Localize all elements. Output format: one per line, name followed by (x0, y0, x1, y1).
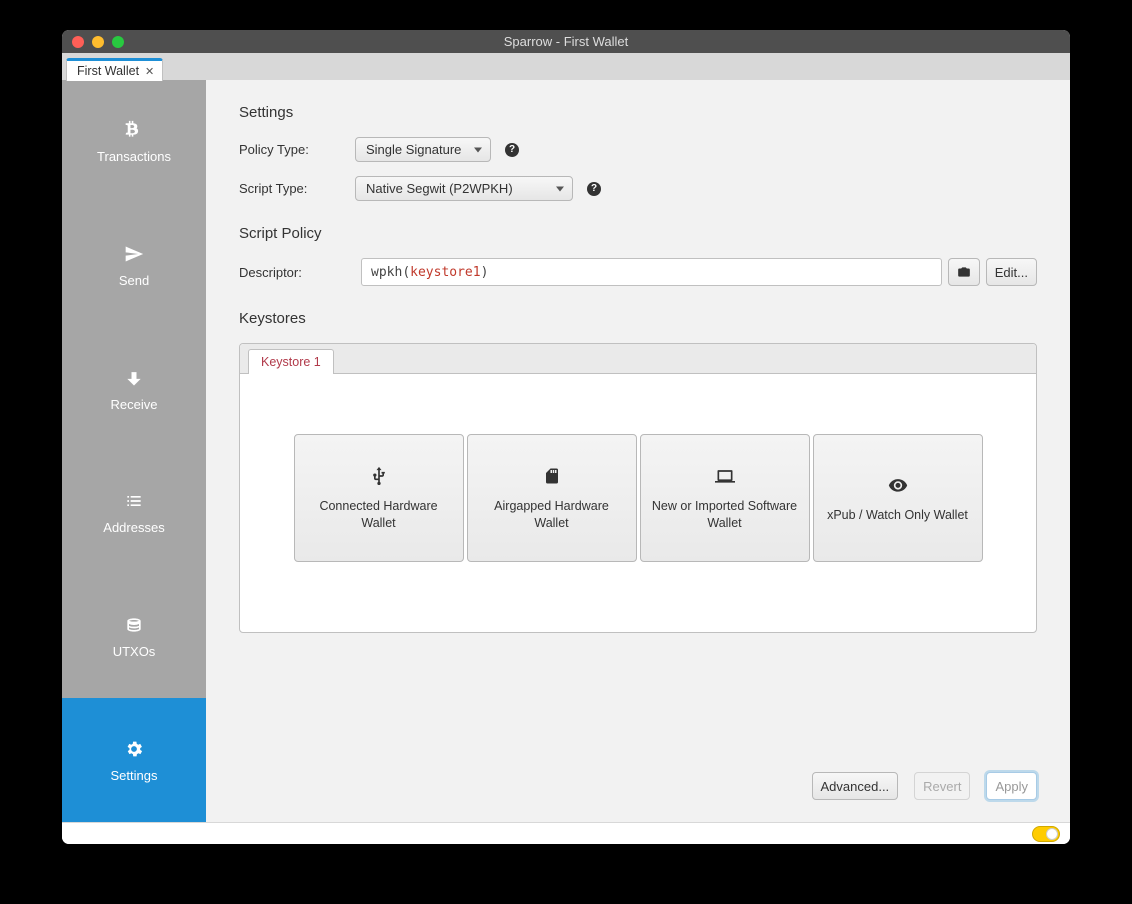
app-window: Sparrow - First Wallet First Wallet ✕ Tr… (62, 30, 1070, 844)
option-connected-hardware[interactable]: Connected Hardware Wallet (294, 434, 464, 562)
close-window-button[interactable] (72, 36, 84, 48)
laptop-icon (713, 464, 737, 488)
option-watch-only[interactable]: xPub / Watch Only Wallet (813, 434, 983, 562)
policy-type-row: Policy Type: Single Signature ? (239, 137, 1037, 162)
sidebar: Transactions Send Receive Addresses (62, 80, 206, 822)
script-type-label: Script Type: (239, 181, 355, 196)
option-software-wallet[interactable]: New or Imported Software Wallet (640, 434, 810, 562)
keystore-tab[interactable]: Keystore 1 (248, 349, 334, 374)
receive-icon (123, 367, 145, 389)
revert-button[interactable]: Revert (914, 772, 970, 800)
list-icon (123, 490, 145, 512)
descriptor-fn: wpkh (371, 265, 402, 280)
sd-card-icon (543, 464, 561, 488)
policy-type-label: Policy Type: (239, 142, 355, 157)
camera-icon (957, 265, 971, 279)
keystore-options: Connected Hardware Wallet Airgapped Hard… (240, 374, 1036, 632)
sidebar-item-label: Addresses (103, 520, 164, 535)
send-icon (123, 243, 145, 265)
maximize-window-button[interactable] (112, 36, 124, 48)
advanced-button[interactable]: Advanced... (812, 772, 899, 800)
descriptor-close: ) (481, 265, 489, 280)
coins-icon (123, 614, 145, 636)
apply-button[interactable]: Apply (986, 772, 1037, 800)
sidebar-item-addresses[interactable]: Addresses (62, 451, 206, 575)
gear-icon (123, 738, 145, 760)
descriptor-input[interactable]: wpkh(keystore1) (361, 258, 942, 286)
connection-toggle[interactable] (1032, 826, 1060, 842)
edit-descriptor-button[interactable]: Edit... (986, 258, 1037, 286)
help-icon[interactable]: ? (587, 182, 601, 196)
script-policy-heading: Script Policy (239, 225, 1037, 242)
keystores-heading: Keystores (239, 310, 1037, 327)
script-type-select[interactable]: Native Segwit (P2WPKH) (355, 176, 573, 201)
minimize-window-button[interactable] (92, 36, 104, 48)
keystores-panel: Keystore 1 Connected Hardware Wallet (239, 343, 1037, 633)
window-title: Sparrow - First Wallet (62, 34, 1070, 49)
sidebar-item-label: Settings (111, 768, 158, 783)
main-content: Settings Policy Type: Single Signature ?… (206, 80, 1070, 822)
option-label: xPub / Watch Only Wallet (827, 507, 968, 524)
help-icon[interactable]: ? (505, 143, 519, 157)
titlebar: Sparrow - First Wallet (62, 30, 1070, 53)
footer-buttons: Advanced... Revert Apply (812, 772, 1037, 800)
option-label: Airgapped Hardware Wallet (476, 498, 628, 532)
sidebar-item-label: Send (119, 273, 149, 288)
option-label: Connected Hardware Wallet (303, 498, 455, 532)
descriptor-open: ( (402, 265, 410, 280)
wallet-tabstrip: First Wallet ✕ (62, 53, 1070, 80)
sidebar-item-label: Receive (111, 397, 158, 412)
scan-qr-button[interactable] (948, 258, 980, 286)
sidebar-item-utxos[interactable]: UTXOs (62, 575, 206, 699)
keystore-tab-label: Keystore 1 (261, 355, 321, 369)
keystore-tabstrip: Keystore 1 (240, 344, 1036, 374)
settings-heading: Settings (239, 104, 1037, 121)
script-type-row: Script Type: Native Segwit (P2WPKH) ? (239, 176, 1037, 201)
usb-icon (367, 464, 391, 488)
sidebar-item-label: Transactions (97, 149, 171, 164)
sidebar-item-send[interactable]: Send (62, 204, 206, 328)
sidebar-item-settings[interactable]: Settings (62, 698, 206, 822)
statusbar (62, 822, 1070, 844)
wallet-tab-label: First Wallet (77, 64, 139, 78)
close-tab-icon[interactable]: ✕ (145, 65, 154, 78)
descriptor-row: Descriptor: wpkh(keystore1) Edit... (239, 258, 1037, 286)
wallet-tab[interactable]: First Wallet ✕ (66, 58, 163, 81)
bitcoin-icon (123, 119, 145, 141)
sidebar-item-transactions[interactable]: Transactions (62, 80, 206, 204)
option-airgapped-hardware[interactable]: Airgapped Hardware Wallet (467, 434, 637, 562)
body: Transactions Send Receive Addresses (62, 80, 1070, 822)
eye-icon (886, 473, 910, 497)
window-controls (62, 36, 124, 48)
descriptor-id: keystore1 (410, 265, 480, 280)
policy-type-select[interactable]: Single Signature (355, 137, 491, 162)
sidebar-item-label: UTXOs (113, 644, 156, 659)
descriptor-label: Descriptor: (239, 265, 355, 280)
sidebar-item-receive[interactable]: Receive (62, 327, 206, 451)
option-label: New or Imported Software Wallet (649, 498, 801, 532)
